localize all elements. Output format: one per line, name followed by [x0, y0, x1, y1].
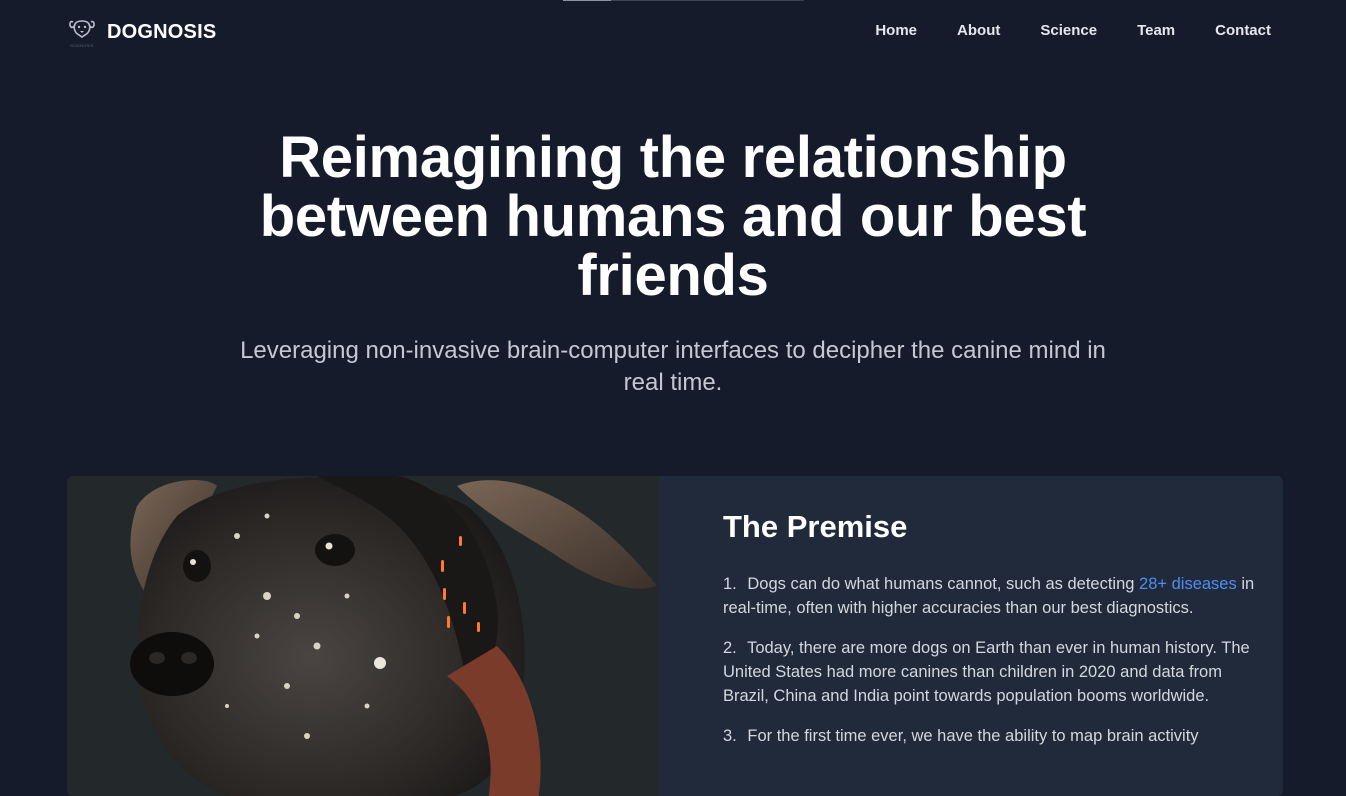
brand-name: DOGNOSIS — [107, 20, 217, 43]
dog-head-logo-icon: DOGNOSIS — [67, 16, 97, 48]
premise-title: The Premise — [723, 509, 908, 544]
nav-contact[interactable]: Contact — [1215, 22, 1271, 39]
main-nav: Home About Science Team Contact — [875, 22, 1271, 39]
premise-item-number: 3. — [723, 727, 737, 745]
premise-card: The Premise 1. Dogs can do what humans c… — [67, 476, 1283, 796]
premise-item-2: 2. Today, there are more dogs on Earth t… — [723, 636, 1263, 708]
brand[interactable]: DOGNOSIS DOGNOSIS — [67, 15, 216, 49]
nav-home[interactable]: Home — [875, 22, 917, 39]
site-header: DOGNOSIS DOGNOSIS Home About Science Tea… — [0, 0, 1346, 64]
premise-item-3: 3. For the first time ever, we have the … — [723, 724, 1263, 748]
dog-with-headset-image — [67, 476, 659, 796]
hero-title: Reimagining the relationship between hum… — [259, 125, 1087, 308]
nav-science[interactable]: Science — [1040, 22, 1097, 39]
hero-section: Reimagining the relationship between hum… — [0, 128, 1346, 399]
logo-small-text: DOGNOSIS — [70, 43, 94, 48]
premise-item-text: Dogs can do what humans cannot, such as … — [747, 575, 1140, 593]
premise-list: 1. Dogs can do what humans cannot, such … — [723, 572, 1263, 748]
premise-item-1: 1. Dogs can do what humans cannot, such … — [723, 572, 1263, 620]
nav-team[interactable]: Team — [1137, 22, 1175, 39]
premise-item-text: For the first time ever, we have the abi… — [747, 727, 1199, 745]
diseases-link[interactable]: 28+ diseases — [1139, 575, 1237, 593]
premise-item-number: 2. — [723, 639, 737, 657]
premise-item-text: Today, there are more dogs on Earth than… — [723, 639, 1250, 705]
nav-about[interactable]: About — [957, 22, 1000, 39]
hero-subtitle: Leveraging non-invasive brain-computer i… — [240, 337, 1106, 396]
premise-text: The Premise 1. Dogs can do what humans c… — [723, 508, 1263, 764]
premise-item-number: 1. — [723, 575, 737, 593]
